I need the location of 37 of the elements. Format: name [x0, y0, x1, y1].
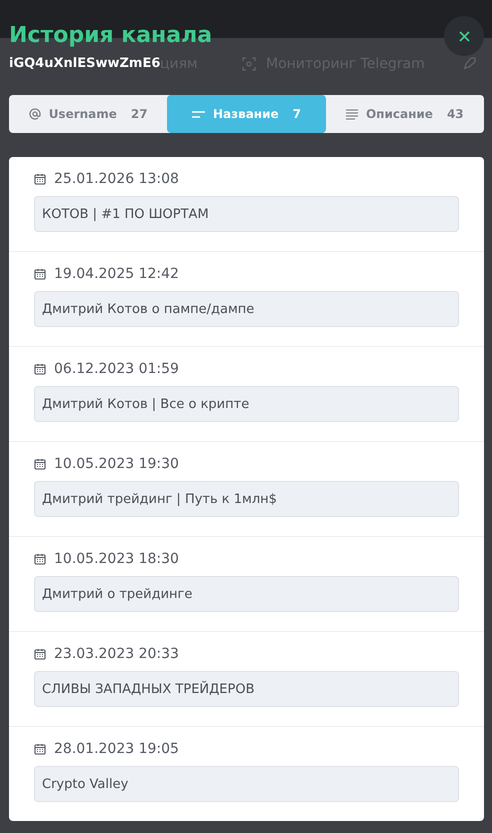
- channel-id: iGQ4uXnlESwwZmE6: [9, 56, 160, 71]
- name-field: Дмитрий трейдинг | Путь к 1млн$: [34, 481, 459, 517]
- entry-date: 10.05.2023 18:30: [54, 551, 179, 567]
- entry-date: 23.03.2023 20:33: [54, 646, 179, 662]
- tab-label: Название: [212, 107, 279, 121]
- tab[interactable]: Username 27: [9, 95, 168, 133]
- name-field: Crypto Valley: [34, 766, 459, 802]
- scan-icon: [242, 57, 256, 71]
- entry-date: 19.04.2025 12:42: [54, 266, 179, 282]
- name-field: СЛИВЫ ЗАПАДНЫХ ТРЕЙДЕРОВ: [34, 671, 459, 707]
- tab-count: 27: [130, 107, 148, 121]
- calendar-icon: [34, 458, 46, 470]
- name-field: Дмитрий о трейдинге: [34, 576, 459, 612]
- entry-date: 28.01.2023 19:05: [54, 741, 179, 757]
- name-field: Дмитрий Котов | Все о крипте: [34, 386, 459, 422]
- tab-label: Описание: [366, 107, 433, 121]
- entry-date: 10.05.2023 19:30: [54, 456, 179, 472]
- calendar-icon: [34, 363, 46, 375]
- tab-count: 7: [292, 107, 301, 121]
- modal-title: История канала: [9, 22, 212, 50]
- calendar-icon: [34, 553, 46, 565]
- close-icon: [458, 30, 470, 42]
- tab-label: Username: [48, 107, 117, 121]
- entry-date: 06.12.2023 01:59: [54, 361, 179, 377]
- calendar-icon: [34, 268, 46, 280]
- name-field: Дмитрий Котов о пампе/дампе: [34, 291, 459, 327]
- tab[interactable]: Описание 43: [326, 95, 484, 133]
- calendar-icon: [34, 648, 46, 660]
- tab[interactable]: Название 7: [167, 95, 326, 133]
- calendar-icon: [34, 743, 46, 755]
- name-field: КОТОВ | #1 ПО ШОРТАМ: [34, 196, 459, 232]
- tab-count: 43: [446, 107, 464, 121]
- lines-icon: [192, 110, 205, 118]
- entry-date: 25.01.2026 13:08: [54, 171, 179, 187]
- text-icon: [346, 108, 358, 120]
- calendar-icon: [34, 173, 46, 185]
- at-icon: [28, 108, 41, 120]
